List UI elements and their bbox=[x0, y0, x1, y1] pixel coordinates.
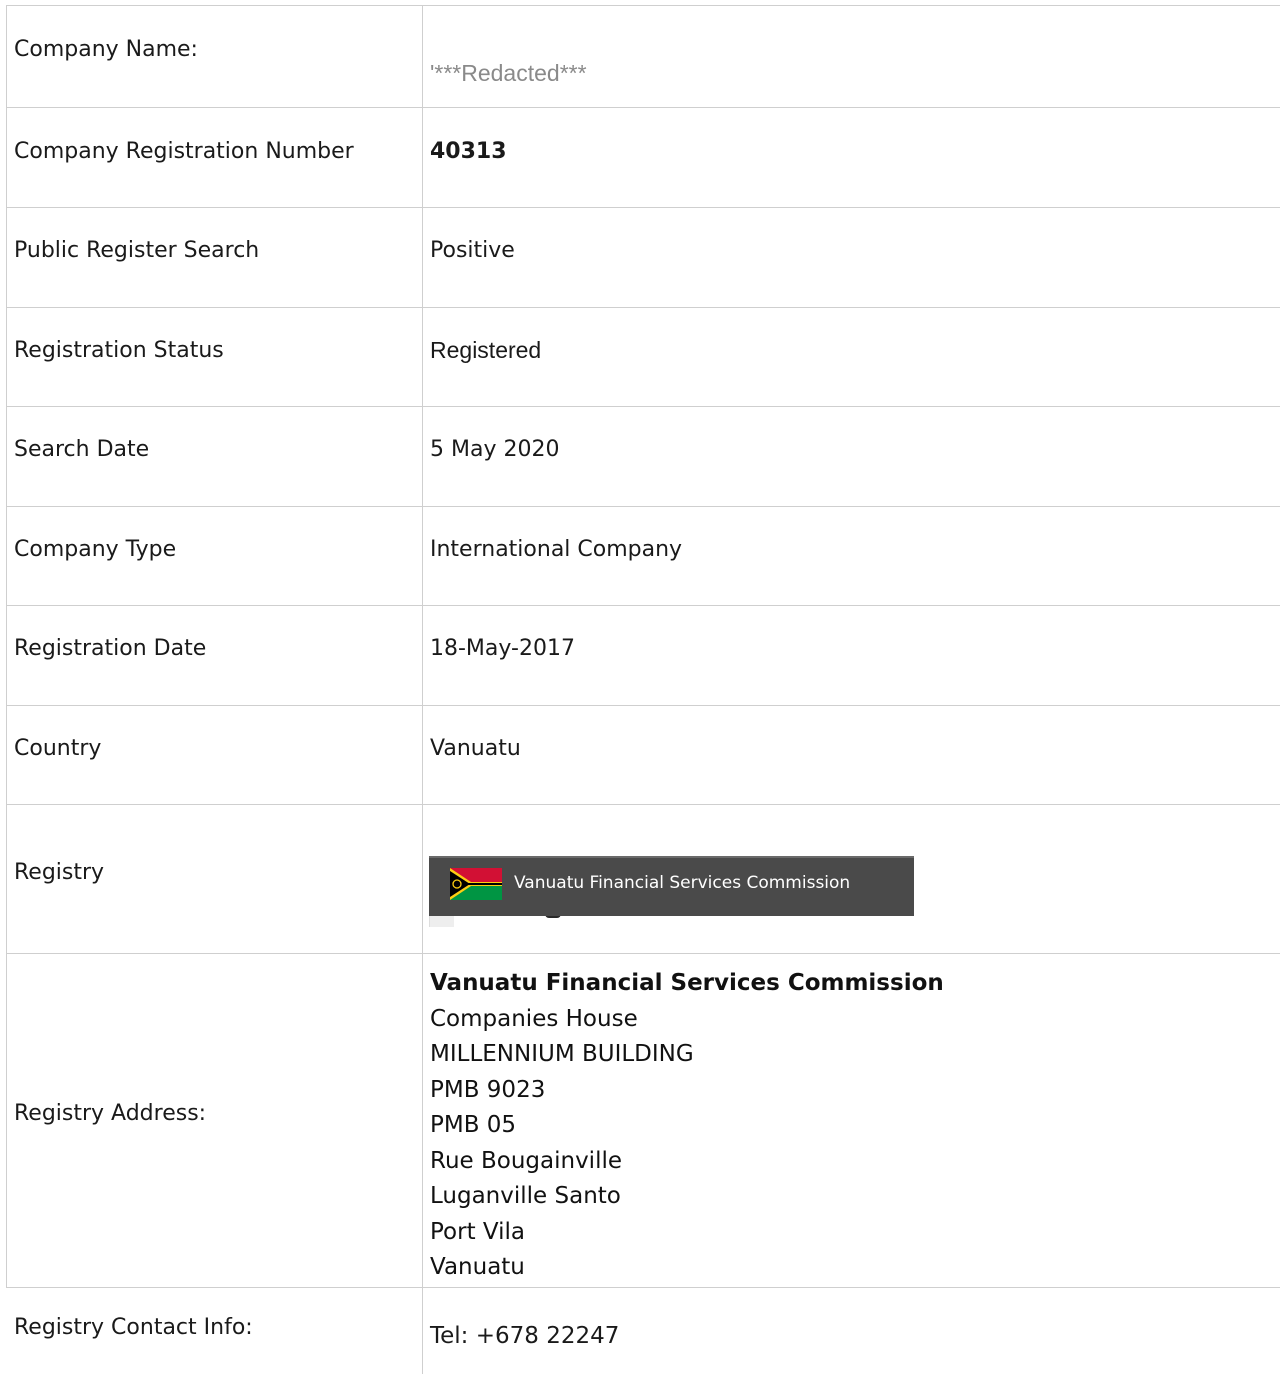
row-divider bbox=[6, 804, 1280, 805]
row-divider bbox=[6, 605, 1280, 606]
row-divider bbox=[6, 207, 1280, 208]
registration-number-value: 40313 bbox=[430, 139, 507, 164]
row-divider bbox=[6, 705, 1280, 706]
country-value: Vanuatu bbox=[430, 736, 521, 761]
registry-address-name: Vanuatu Financial Services Commission bbox=[430, 970, 944, 996]
registry-address-block: Vanuatu Financial Services Commission Co… bbox=[430, 966, 944, 1286]
column-divider bbox=[422, 5, 423, 1374]
row-divider bbox=[6, 406, 1280, 407]
search-date-value: 5 May 2020 bbox=[430, 437, 560, 462]
public-register-search-value: Positive bbox=[430, 238, 515, 263]
registry-address-label: Registry Address: bbox=[14, 1101, 207, 1126]
row-divider bbox=[6, 1287, 1280, 1288]
table-left-border bbox=[6, 5, 7, 1287]
registration-date-value: 18-May-2017 bbox=[430, 636, 575, 661]
row-divider bbox=[6, 5, 1280, 6]
search-date-label: Search Date bbox=[14, 437, 150, 462]
company-name-label: Company Name: bbox=[14, 37, 198, 62]
company-type-value: International Company bbox=[430, 537, 683, 562]
vanuatu-flag-icon bbox=[450, 868, 502, 900]
company-type-label: Company Type bbox=[14, 537, 177, 562]
registration-date-label: Registration Date bbox=[14, 636, 207, 661]
registry-banner-text: Vanuatu Financial Services Commission bbox=[514, 873, 851, 893]
row-divider bbox=[6, 107, 1280, 108]
registration-number-label: Company Registration Number bbox=[14, 139, 354, 164]
banner-top-edge bbox=[429, 856, 914, 858]
registry-contact-label: Registry Contact Info: bbox=[14, 1315, 253, 1340]
registry-address-line: Companies House bbox=[430, 1005, 638, 1032]
row-divider bbox=[6, 506, 1280, 507]
registry-address-line: MILLENNIUM BUILDING bbox=[430, 1041, 694, 1067]
registry-contact-value: Tel: +678 22247 bbox=[430, 1323, 620, 1349]
country-label: Country bbox=[14, 736, 102, 761]
registration-status-value: Registered bbox=[430, 337, 542, 363]
registry-address-line: Port Vila bbox=[430, 1218, 526, 1245]
registry-address-line: Luganville Santo bbox=[430, 1183, 621, 1209]
row-divider bbox=[6, 307, 1280, 308]
registry-address-line: Vanuatu bbox=[430, 1254, 525, 1280]
row-divider bbox=[6, 953, 1280, 954]
registry-address-line: Rue Bougainville bbox=[430, 1147, 623, 1174]
registry-label: Registry bbox=[14, 860, 105, 885]
registration-status-label: Registration Status bbox=[14, 338, 224, 363]
public-register-search-label: Public Register Search bbox=[14, 238, 260, 263]
company-name-value: '***Redacted*** bbox=[430, 60, 587, 86]
registry-banner: Vanuatu Financial Services Commission bbox=[429, 856, 914, 916]
image-fragment bbox=[429, 916, 454, 927]
registry-address-line: PMB 05 bbox=[430, 1112, 517, 1138]
registry-address-line: PMB 9023 bbox=[430, 1076, 546, 1103]
